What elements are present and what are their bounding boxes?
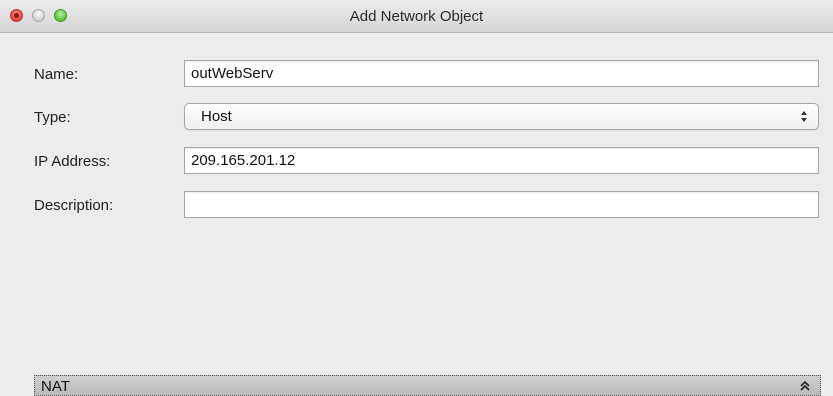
name-row: Name: outWebServ: [0, 60, 833, 90]
double-chevron-up-icon[interactable]: [800, 380, 810, 392]
ip-address-label: IP Address:: [34, 153, 111, 170]
nat-section-header[interactable]: NAT: [34, 375, 821, 396]
window-title: Add Network Object: [349, 8, 484, 25]
type-row: Type: Host: [0, 103, 833, 133]
description-row: Description:: [0, 191, 833, 221]
description-input[interactable]: [184, 191, 819, 218]
nat-label: NAT: [41, 378, 70, 395]
ip-address-input[interactable]: 209.165.201.12: [184, 147, 819, 174]
type-select-value: Host: [201, 108, 232, 125]
type-label: Type:: [34, 109, 71, 126]
add-network-object-dialog: Add Network Object Name: outWebServ Type…: [0, 0, 833, 396]
title-bar[interactable]: Add Network Object: [0, 0, 833, 33]
description-label: Description:: [34, 197, 114, 214]
name-label: Name:: [34, 66, 79, 83]
ip-address-row: IP Address: 209.165.201.12: [0, 147, 833, 177]
updown-arrows-icon: [801, 111, 807, 122]
type-select[interactable]: Host: [184, 103, 819, 130]
name-input[interactable]: outWebServ: [184, 60, 819, 87]
